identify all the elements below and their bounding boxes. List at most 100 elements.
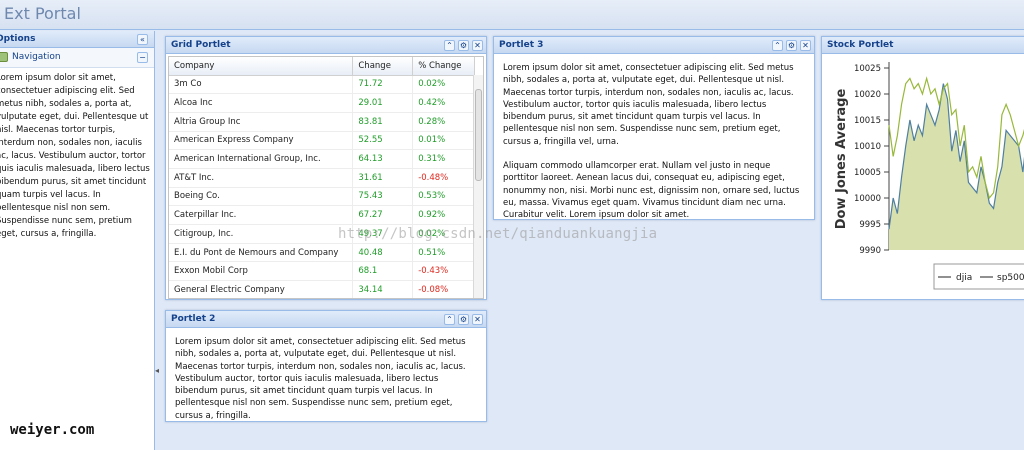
cell-change: 75.43	[352, 187, 414, 207]
cell-change: 31.61	[352, 168, 414, 188]
y-tick-label: 10000	[854, 194, 881, 204]
options-panel-header: Options «	[0, 31, 154, 48]
grid-portlet-title: Grid Portlet	[171, 40, 231, 50]
grid-header-row: Company Change % Change	[169, 57, 475, 76]
cell-change: 83.81	[352, 112, 414, 132]
portlet-2-text: Lorem ipsum dolor sit amet, consectetuer…	[175, 337, 466, 421]
cell-pct-change: 0.92%	[412, 205, 475, 225]
cell-company: Exxon Mobil Corp	[169, 261, 354, 282]
portlet-3-text: Lorem ipsum dolor sit amet, consectetuer…	[494, 54, 814, 230]
cell-change: 52.55	[352, 131, 414, 151]
app-title: Ext Portal	[4, 4, 81, 23]
grid-portlet: Grid Portlet ⌃ ⚙ ✕ Company Change % Chan…	[165, 36, 487, 300]
navigation-text: Lorem ipsum dolor sit amet, consectetuer…	[0, 73, 150, 239]
y-tick-label: 10010	[854, 142, 881, 152]
cell-company: Boeing Co.	[169, 187, 354, 207]
cell-change: 64.13	[352, 149, 414, 169]
portlet-3-header[interactable]: Portlet 3 ⌃ ⚙ ✕	[494, 37, 814, 54]
cell-change: 68.1	[352, 261, 414, 282]
y-tick-label: 9990	[859, 246, 881, 256]
app-header: Ext Portal	[0, 0, 1024, 30]
y-tick-label: 10015	[854, 116, 881, 126]
table-row[interactable]: Exxon Mobil Corp 68.1 -0.43%	[169, 261, 475, 282]
gear-icon[interactable]: ⚙	[786, 40, 797, 51]
options-panel-title: Options	[0, 34, 36, 44]
cell-pct-change: 0.42%	[412, 93, 475, 113]
grid-scrollbar-thumb[interactable]	[475, 89, 482, 181]
y-tick-label: 10025	[854, 64, 881, 74]
grid-body: 3m Co 71.72 0.02% Alcoa Inc 29.01 0.42% Altria…	[169, 75, 475, 298]
table-row[interactable]: AT&T Inc. 31.61 -0.48%	[169, 168, 475, 188]
cell-company: American Express Company	[169, 131, 354, 151]
gear-icon[interactable]: ⚙	[458, 314, 469, 325]
cell-change: 40.48	[352, 243, 414, 263]
grid-portlet-header[interactable]: Grid Portlet ⌃ ⚙ ✕	[166, 37, 486, 54]
table-row[interactable]: American International Group, Inc. 64.13 0…	[169, 149, 475, 169]
portlet-3-paragraph-2: Aliquam commodo ullamcorper erat. Nullam…	[503, 161, 800, 221]
close-icon[interactable]: ✕	[472, 40, 483, 51]
legend-label-sp500: sp500	[997, 273, 1024, 283]
cell-pct-change: 0.01%	[412, 131, 475, 151]
close-icon[interactable]: ✕	[472, 314, 483, 325]
cell-company: American International Group, Inc.	[169, 149, 354, 169]
company-grid: Company Change % Change 3m Co 71.72 0.02% A…	[168, 56, 484, 299]
cell-pct-change: 0.02%	[412, 75, 475, 95]
table-row[interactable]: American Express Company 52.55 0.01%	[169, 131, 475, 151]
watermark-text: http://blog.csdn.net/qianduankuangjia	[338, 226, 658, 242]
cell-company: 3m Co	[169, 75, 354, 95]
y-tick-label: 10005	[854, 168, 881, 178]
double-chevron-up-icon[interactable]: ⌃	[772, 40, 783, 51]
double-chevron-left-icon[interactable]: «	[137, 34, 148, 45]
y-tick-label: 9995	[859, 220, 881, 230]
table-row[interactable]: Caterpillar Inc. 67.27 0.92%	[169, 205, 475, 225]
cell-change: 34.14	[352, 280, 414, 298]
cell-company: Altria Group Inc	[169, 112, 354, 132]
cell-pct-change: -0.48%	[412, 168, 475, 188]
cell-pct-change: 0.53%	[412, 187, 475, 207]
cell-pct-change: 0.28%	[412, 112, 475, 132]
cell-change: 71.72	[352, 75, 414, 95]
cell-pct-change: -0.08%	[412, 280, 475, 298]
stock-portlet-title: Stock Portlet	[827, 40, 894, 50]
portlet-2-title: Portlet 2	[171, 314, 216, 324]
west-splitter[interactable]: ◂	[155, 31, 160, 450]
cell-pct-change: 0.51%	[412, 243, 475, 263]
table-row[interactable]: 3m Co 71.72 0.02%	[169, 75, 475, 95]
options-panel: Options « Navigation − Lorem ipsum dolor…	[0, 31, 155, 450]
navigation-section-header[interactable]: Navigation −	[0, 48, 154, 68]
cell-company: E.I. du Pont de Nemours and Company	[169, 243, 354, 263]
double-chevron-up-icon[interactable]: ⌃	[444, 314, 455, 325]
folder-icon	[0, 52, 8, 62]
cell-company: General Electric Company	[169, 280, 354, 298]
company-table: Company Change % Change 3m Co 71.72 0.02% A…	[169, 57, 475, 298]
cell-change: 29.01	[352, 93, 414, 113]
column-header-change[interactable]: Change	[352, 57, 414, 76]
collapse-arrow-icon[interactable]: ◂	[155, 366, 159, 375]
navigation-label: Navigation	[12, 52, 61, 62]
cell-company: Citigroup, Inc.	[169, 224, 354, 244]
double-chevron-up-icon[interactable]: ⌃	[444, 40, 455, 51]
gear-icon[interactable]: ⚙	[458, 40, 469, 51]
site-logo: weiyer.com	[10, 422, 95, 438]
column-header-company[interactable]: Company	[169, 57, 354, 76]
cell-pct-change: 0.31%	[412, 149, 475, 169]
minus-icon[interactable]: −	[137, 52, 148, 63]
cell-change: 67.27	[352, 205, 414, 225]
stock-chart: 10025 10020 10015 10010 10005 10000 9995 9990 Do…	[824, 56, 1024, 298]
table-row[interactable]: Alcoa Inc 29.01 0.42%	[169, 93, 475, 113]
table-row[interactable]: Boeing Co. 75.43 0.53%	[169, 187, 475, 207]
table-row[interactable]: E.I. du Pont de Nemours and Company 40.48…	[169, 243, 475, 263]
cell-company: Caterpillar Inc.	[169, 205, 354, 225]
portlet-3-paragraph-1: Lorem ipsum dolor sit amet, consectetuer…	[503, 63, 794, 147]
column-header-pct-change[interactable]: % Change	[412, 57, 475, 76]
close-icon[interactable]: ✕	[800, 40, 811, 51]
portlet-2-header[interactable]: Portlet 2 ⌃ ⚙ ✕	[166, 311, 486, 328]
stock-portlet-header[interactable]: Stock Portlet	[822, 37, 1024, 54]
portlet-3-title: Portlet 3	[499, 40, 544, 50]
portlet-3: Portlet 3 ⌃ ⚙ ✕ Lorem ipsum dolor sit am…	[493, 36, 815, 220]
legend-label-djia: djia	[956, 273, 972, 283]
table-row[interactable]: Altria Group Inc 83.81 0.28%	[169, 112, 475, 132]
grid-scrollbar[interactable]	[473, 75, 483, 298]
cell-company: AT&T Inc.	[169, 168, 354, 188]
table-row[interactable]: General Electric Company 34.14 -0.08%	[169, 280, 475, 298]
